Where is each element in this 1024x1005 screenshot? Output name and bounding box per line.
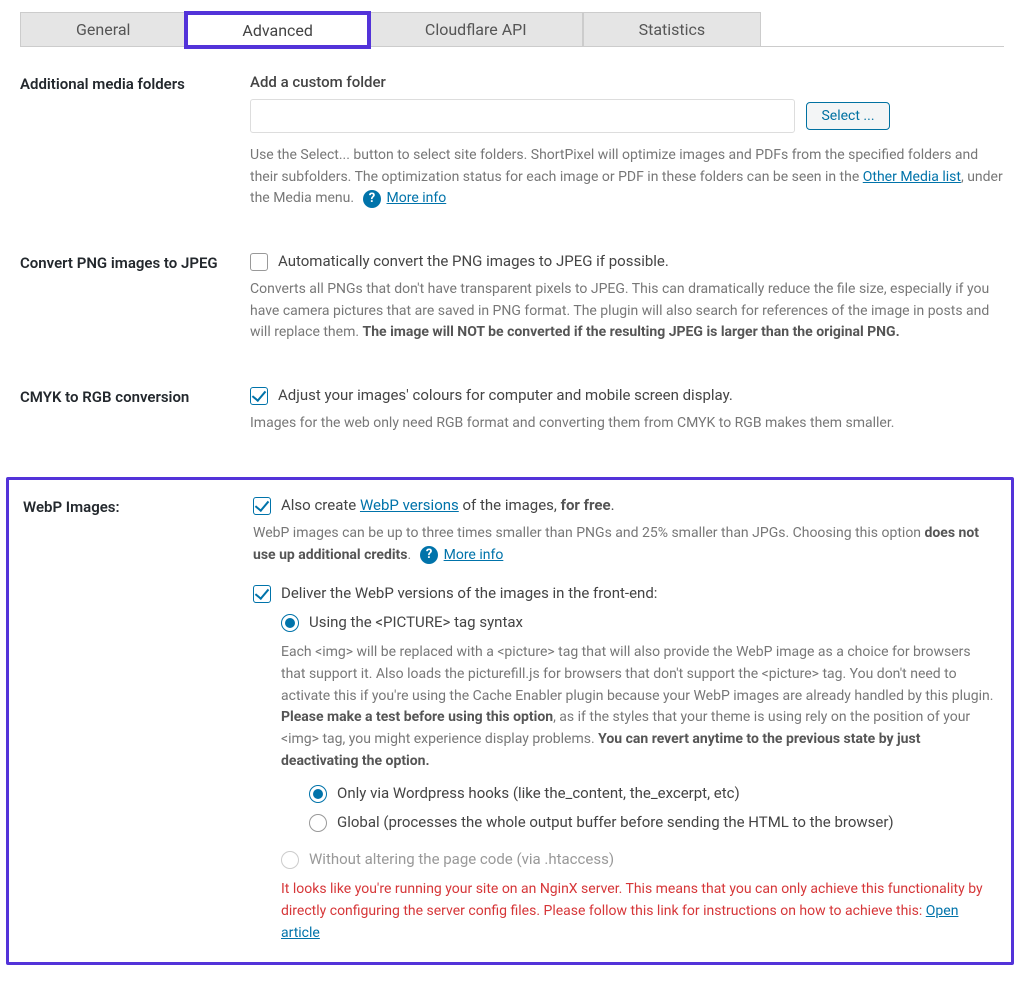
checkbox-webp-deliver[interactable] — [253, 585, 271, 603]
checkbox-cmyk-rgb[interactable] — [250, 387, 268, 405]
more-info-link[interactable]: More info — [387, 190, 447, 206]
other-media-link[interactable]: Other Media list — [863, 169, 961, 185]
radio-wp-hooks-label: Only via Wordpress hooks (like the_conte… — [337, 784, 740, 802]
radio-global-label: Global (processes the whole output buffe… — [337, 813, 894, 831]
checkbox-webp-create[interactable] — [253, 497, 271, 515]
png-description: Converts all PNGs that don't have transp… — [250, 279, 1004, 344]
radio-htaccess-label: Without altering the page code (via .hta… — [309, 850, 614, 868]
checkbox-webp-create-label: Also create WebP versions of the images,… — [281, 496, 615, 514]
picture-description: Each <img> will be replaced with a <pict… — [281, 642, 997, 772]
webp-more-info-link[interactable]: More info — [444, 547, 504, 563]
nginx-warning: It looks like you're running your site o… — [281, 879, 997, 944]
webp-versions-link[interactable]: WebP versions — [360, 496, 459, 514]
label-cmyk-rgb: CMYK to RGB conversion — [20, 386, 250, 406]
row-cmyk-rgb: CMYK to RGB conversion Adjust your image… — [20, 386, 1004, 435]
webp-create-description: WebP images can be up to three times sma… — [253, 523, 997, 566]
checkbox-png-to-jpeg[interactable] — [250, 253, 268, 271]
cmyk-description: Images for the web only need RGB format … — [250, 413, 1004, 435]
row-png-to-jpeg: Convert PNG images to JPEG Automatically… — [20, 252, 1004, 344]
tab-general[interactable]: General — [20, 12, 186, 46]
select-folder-button[interactable]: Select ... — [806, 102, 889, 130]
checkbox-cmyk-label: Adjust your images' colours for computer… — [278, 386, 733, 404]
checkbox-png-label: Automatically convert the PNG images to … — [278, 252, 669, 270]
radio-wp-hooks[interactable] — [309, 785, 327, 803]
webp-highlight-box: WebP Images: Also create WebP versions o… — [6, 477, 1014, 966]
radio-htaccess — [281, 851, 299, 869]
settings-tabs: General Advanced Cloudflare API Statisti… — [20, 12, 1004, 47]
row-webp: WebP Images: Also create WebP versions o… — [23, 496, 997, 945]
help-icon[interactable]: ? — [363, 190, 381, 208]
label-webp: WebP Images: — [23, 496, 253, 516]
row-additional-folders: Additional media folders Add a custom fo… — [20, 73, 1004, 210]
radio-picture-tag[interactable] — [281, 614, 299, 632]
label-additional-folders: Additional media folders — [20, 73, 250, 93]
radio-picture-label: Using the <PICTURE> tag syntax — [309, 613, 523, 631]
add-folder-title: Add a custom folder — [250, 73, 1004, 91]
tab-statistics[interactable]: Statistics — [583, 12, 762, 46]
checkbox-webp-deliver-label: Deliver the WebP versions of the images … — [281, 584, 657, 602]
tab-advanced[interactable]: Advanced — [186, 13, 369, 47]
radio-global[interactable] — [309, 814, 327, 832]
label-png-to-jpeg: Convert PNG images to JPEG — [20, 252, 250, 272]
help-icon[interactable]: ? — [420, 546, 438, 564]
nested-radios: Only via Wordpress hooks (like the_conte… — [281, 784, 997, 832]
folders-description: Use the Select... button to select site … — [250, 145, 1004, 210]
tab-cloudflare[interactable]: Cloudflare API — [369, 12, 583, 46]
custom-folder-input[interactable] — [250, 99, 795, 133]
